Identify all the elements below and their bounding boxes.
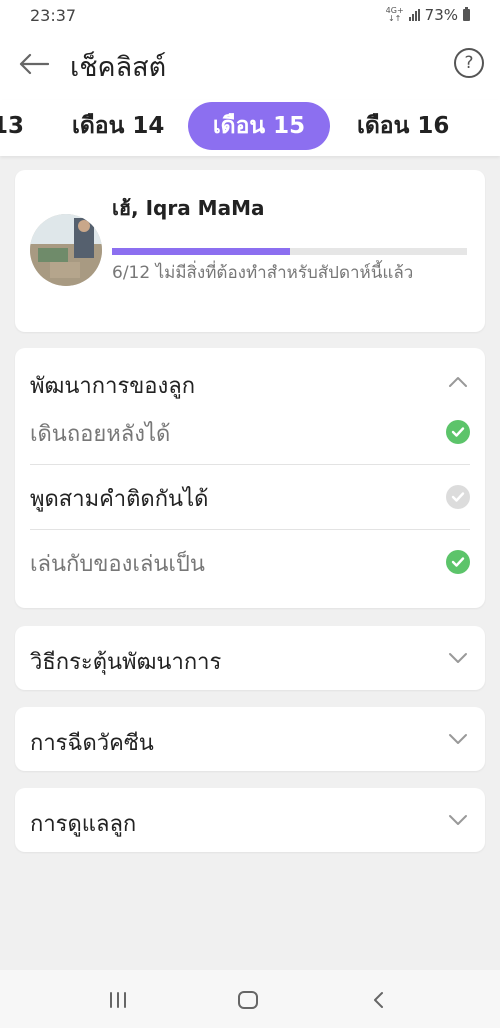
page-title: เช็คลิสต์ <box>70 52 167 83</box>
checklist-item-label: เล่นกับของเล่นเป็น <box>30 552 205 577</box>
avatar-photo <box>30 214 102 286</box>
help-glyph: ? <box>464 53 474 73</box>
status-indicators: 4G+ ↓↑ 73% <box>386 6 470 24</box>
checklist-item-label: เดินถอยหลังได้ <box>30 422 171 447</box>
network-label: 4G+ <box>385 6 404 15</box>
network-icon: 4G+ ↓↑ <box>385 6 404 23</box>
weekly-progress-bar <box>112 248 467 255</box>
app-header: เช็คลิสต์ ? <box>0 30 500 100</box>
checklist-item[interactable]: เดินถอยหลังได้ <box>30 400 470 465</box>
chevron-down-icon[interactable] <box>448 652 468 664</box>
section-title: การดูแลลูก <box>30 812 137 837</box>
checklist-item-label: พูดสามคำติดกันได้ <box>30 487 209 512</box>
recent-apps-button[interactable] <box>98 986 138 1014</box>
recent-apps-icon <box>110 992 126 1008</box>
status-bar: 23:37 4G+ ↓↑ 73% <box>0 0 500 30</box>
profile-card: เฮ้, Iqra MaMa 6/12 ไม่มีสิ่งที่ต้องทำสำ… <box>15 170 485 332</box>
baby-care-section[interactable]: การดูแลลูก <box>15 788 485 852</box>
tab-month-13[interactable]: 13 <box>0 102 24 150</box>
check-mark-icon <box>451 427 465 437</box>
check-mark-icon <box>451 557 465 567</box>
chevron-down-icon[interactable] <box>448 733 468 745</box>
check-done-icon[interactable] <box>446 420 470 444</box>
system-nav-bar <box>0 970 500 1028</box>
progress-text: 6/12 ไม่มีสิ่งที่ต้องทำสำหรับสัปดาห์นี้แ… <box>112 263 414 283</box>
home-button[interactable] <box>228 986 268 1014</box>
help-icon[interactable]: ? <box>454 48 484 78</box>
tab-month-15[interactable]: เดือน 15 <box>188 102 330 150</box>
month-tabs: 13 เดือน 14 เดือน 15 เดือน 16 <box>0 100 500 156</box>
tab-month-14[interactable]: เดือน 14 <box>72 102 164 150</box>
vaccination-section[interactable]: การฉีดวัคซีน <box>15 707 485 771</box>
chevron-left-icon <box>374 992 383 1008</box>
tab-month-16[interactable]: เดือน 16 <box>357 102 449 150</box>
battery-level: 73% <box>424 6 458 24</box>
chevron-down-icon[interactable] <box>448 814 468 826</box>
battery-icon <box>463 7 470 21</box>
checklist-item[interactable]: เล่นกับของเล่นเป็น <box>30 530 470 594</box>
check-done-icon[interactable] <box>446 550 470 574</box>
signal-icon <box>408 9 420 21</box>
section-title: วิธีกระตุ้นพัฒนาการ <box>30 650 222 675</box>
back-arrow-icon <box>19 53 49 75</box>
stimulation-section[interactable]: วิธีกระตุ้นพัฒนาการ <box>15 626 485 690</box>
section-title: การฉีดวัคซีน <box>30 731 154 756</box>
checklist-item[interactable]: พูดสามคำติดกันได้ <box>30 465 470 530</box>
development-title[interactable]: พัฒนาการของลูก <box>30 368 195 403</box>
back-button[interactable] <box>16 46 52 82</box>
weekly-progress-fill <box>112 248 290 255</box>
avatar[interactable] <box>30 214 102 286</box>
greeting-text: เฮ้, Iqra MaMa <box>112 196 265 220</box>
status-time: 23:37 <box>30 6 77 25</box>
development-card: พัฒนาการของลูก เดินถอยหลังได้ พูดสามคำติ… <box>15 348 485 608</box>
home-icon <box>238 991 258 1009</box>
check-mark-icon <box>451 492 465 502</box>
check-pending-icon[interactable] <box>446 485 470 509</box>
chevron-up-icon[interactable] <box>448 376 468 388</box>
back-nav-button[interactable] <box>358 986 398 1014</box>
